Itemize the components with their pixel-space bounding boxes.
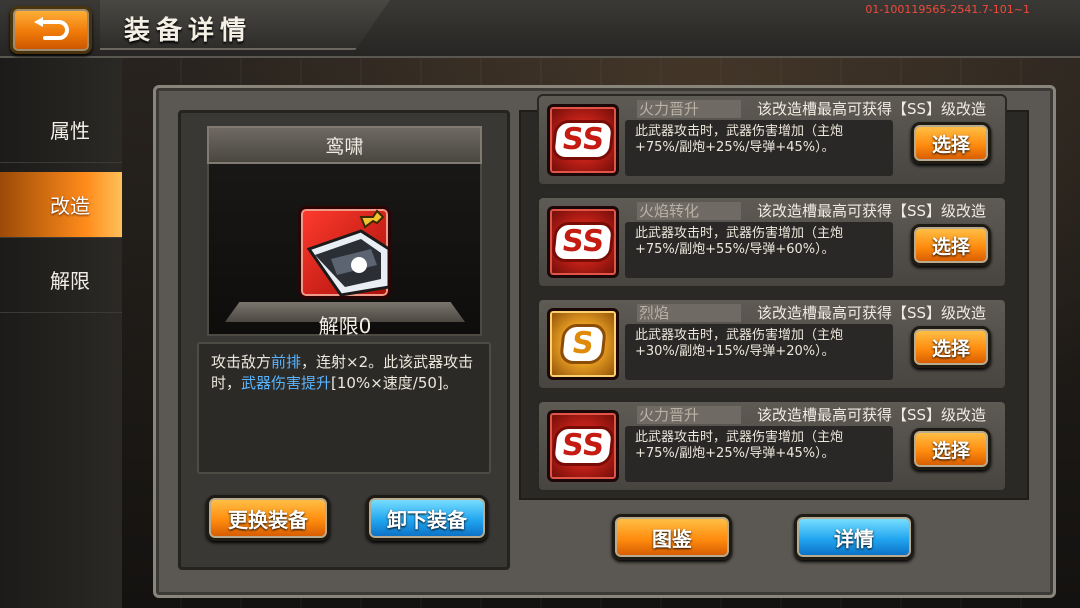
select-button[interactable]: 选择 (911, 326, 991, 368)
return-arrow-icon (34, 17, 69, 40)
codex-button[interactable]: 图鉴 (612, 514, 732, 560)
mod-description: 此武器攻击时，武器伤害增加（主炮+75%/副炮+25%/导弹+45%）。 (625, 120, 893, 176)
mod-card-2: SS 火焰转化 该改造槽最高可获得【SS】级改造 此武器攻击时，武器伤害增加（主… (537, 196, 1007, 288)
desc-highlight: 武器伤害提升 (241, 374, 332, 392)
ss-grade-icon: SS (547, 104, 619, 176)
mod-name: 火焰转化 (637, 202, 741, 220)
details-button[interactable]: 详情 (794, 514, 914, 560)
mod-name: 火力晋升 (637, 100, 741, 118)
limit-break-label: 解限0 (318, 314, 372, 338)
equipment-name-plate: 鸾啸 (207, 126, 482, 164)
mod-name: 烈焰 (637, 304, 741, 322)
back-button[interactable] (10, 6, 92, 54)
mod-card-4: SS 火力晋升 该改造槽最高可获得【SS】级改造 此武器攻击时，武器伤害增加（主… (537, 400, 1007, 492)
mod-note: 该改造槽最高可获得【SS】级改造 (757, 202, 987, 220)
mod-name: 火力晋升 (637, 406, 741, 424)
sidebar-item-unlock[interactable]: 解限 (0, 247, 122, 313)
sidebar-item-attributes[interactable]: 属性 (0, 97, 122, 163)
ss-grade-icon: SS (547, 410, 619, 482)
desc-text: [10%×速度/50]。 (331, 374, 458, 392)
replace-equipment-button[interactable]: 更换装备 (206, 495, 330, 541)
page-title: 装备详情 (124, 16, 253, 46)
version-text: 01-100119565-2541.7-101~1 (865, 3, 1030, 16)
ss-grade-icon: SS (547, 206, 619, 278)
mod-card-1: SS 火力晋升 该改造槽最高可获得【SS】级改造 此武器攻击时，武器伤害增加（主… (537, 94, 1007, 186)
desc-text: 攻击敌方 (211, 353, 272, 371)
sidebar-item-label: 改造 (50, 194, 90, 218)
s-grade-icon: S (547, 308, 619, 380)
sidebar-item-label: 属性 (50, 119, 90, 143)
select-button[interactable]: 选择 (911, 122, 991, 164)
mod-description: 此武器攻击时，武器伤害增加（主炮+75%/副炮+55%/导弹+60%）。 (625, 222, 893, 278)
mod-description: 此武器攻击时，武器伤害增加（主炮+30%/副炮+15%/导弹+20%）。 (625, 324, 893, 380)
unequip-button[interactable]: 卸下装备 (366, 495, 488, 541)
weapon-icon[interactable] (298, 206, 391, 299)
select-button[interactable]: 选择 (911, 224, 991, 266)
desc-highlight: 前排 (271, 353, 302, 371)
sidebar-item-label: 解限 (50, 269, 90, 293)
mod-note: 该改造槽最高可获得【SS】级改造 (757, 406, 987, 424)
mod-card-3: S 烈焰 该改造槽最高可获得【SS】级改造 此武器攻击时，武器伤害增加（主炮+3… (537, 298, 1007, 390)
weapon-cannon-icon (306, 209, 388, 296)
equipment-name: 鸾啸 (325, 135, 364, 158)
select-button[interactable]: 选择 (911, 428, 991, 470)
mod-description: 此武器攻击时，武器伤害增加（主炮+75%/副炮+25%/导弹+45%）。 (625, 426, 893, 482)
equipment-description: 攻击敌方前排，连射×2。此该武器攻击时，武器伤害提升[10%×速度/50]。 (197, 342, 491, 474)
sidebar-item-modify[interactable]: 改造 (0, 172, 122, 238)
mod-note: 该改造槽最高可获得【SS】级改造 (757, 100, 987, 118)
mod-note: 该改造槽最高可获得【SS】级改造 (757, 304, 987, 322)
